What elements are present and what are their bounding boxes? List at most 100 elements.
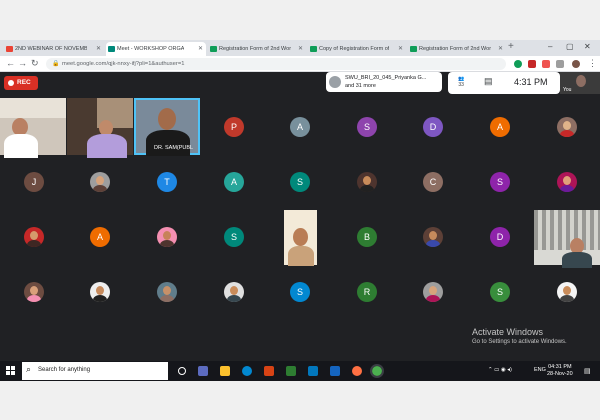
minimize-icon[interactable]: – xyxy=(548,42,552,51)
participant-avatar[interactable] xyxy=(157,282,177,302)
video-tile[interactable] xyxy=(284,210,317,266)
close-tab-icon[interactable]: ✕ xyxy=(198,42,203,56)
clock-time: 04:31 PM xyxy=(548,364,572,370)
participant-avatar[interactable] xyxy=(157,227,177,247)
avatar-letter: S xyxy=(296,177,303,187)
tab-webinar[interactable]: 2ND WEBINAR OF NOVEMBE ✕ xyxy=(4,42,104,56)
avatar-letter: S xyxy=(496,177,503,187)
presenter-info[interactable]: SWU_BRI_20_045_Priyanka G... and 31 more xyxy=(326,72,442,92)
participant-avatar[interactable] xyxy=(90,172,110,192)
cortana-icon[interactable] xyxy=(178,367,186,375)
participant-avatar[interactable]: T xyxy=(157,172,177,192)
file-explorer-icon[interactable] xyxy=(220,366,230,376)
video-tile[interactable] xyxy=(67,98,133,158)
participant-avatar[interactable]: P xyxy=(224,117,244,137)
close-tab-icon[interactable]: ✕ xyxy=(498,42,503,56)
participant-avatar[interactable]: S xyxy=(490,172,510,192)
extension-icon[interactable] xyxy=(514,60,522,68)
avatar-letter: P xyxy=(230,122,237,132)
tab-copy-registration-form[interactable]: Copy of Registration Form of ✕ xyxy=(308,42,406,56)
participant-avatar[interactable]: R xyxy=(357,282,377,302)
powerpoint-icon[interactable] xyxy=(264,366,274,376)
language-indicator[interactable]: ENG xyxy=(534,367,546,373)
gmail-icon xyxy=(6,46,13,52)
participant-avatar[interactable]: B xyxy=(357,227,377,247)
participant-avatar[interactable] xyxy=(224,282,244,302)
extension-icon[interactable] xyxy=(528,60,536,68)
participant-avatar[interactable] xyxy=(90,282,110,302)
participant-avatar[interactable] xyxy=(423,282,443,302)
maximize-icon[interactable]: ▢ xyxy=(566,42,574,51)
video-tile[interactable] xyxy=(0,98,66,158)
notifications-icon[interactable]: ▤ xyxy=(584,367,591,375)
meeting-time: 4:31 PM xyxy=(514,77,548,87)
outlook-icon[interactable] xyxy=(308,366,318,376)
avatar-letter: D xyxy=(496,232,504,242)
participant-avatar[interactable]: S xyxy=(357,117,377,137)
participants-icon[interactable]: 👥 33 xyxy=(458,76,464,88)
reload-icon[interactable]: ↻ xyxy=(31,58,39,69)
participant-avatar[interactable] xyxy=(24,227,44,247)
participant-avatar[interactable] xyxy=(423,227,443,247)
close-tab-icon[interactable]: ✕ xyxy=(298,42,303,56)
participant-body xyxy=(4,134,38,158)
tab-meet[interactable]: Meet - WORKSHOP ORGA ✕ xyxy=(106,42,206,56)
participant-avatar[interactable]: D xyxy=(423,117,443,137)
activate-windows-title: Activate Windows xyxy=(472,327,544,337)
participant-avatar[interactable]: S xyxy=(290,282,310,302)
taskbar-clock[interactable]: 04:31 PM 28-Nov-20 xyxy=(547,364,573,378)
participant-avatar[interactable]: A xyxy=(290,117,310,137)
avatar-letter: A xyxy=(96,232,103,242)
back-icon[interactable]: ← xyxy=(6,58,15,68)
edge-icon[interactable] xyxy=(242,366,252,376)
tab-registration-form[interactable]: Registration Form of 2nd Wor ✕ xyxy=(208,42,306,56)
task-view-icon[interactable] xyxy=(198,366,208,376)
video-tile[interactable] xyxy=(534,210,600,268)
url-bar[interactable]: 🔒 meet.google.com/qjk-nnxy-ifj?pli=1&aut… xyxy=(46,58,506,70)
chrome-icon[interactable] xyxy=(370,364,384,378)
excel-icon[interactable] xyxy=(286,366,296,376)
avatar-letter: J xyxy=(31,177,37,187)
windows-start-icon[interactable] xyxy=(6,366,15,375)
participant-avatar[interactable] xyxy=(557,172,577,192)
menu-icon[interactable]: ⋮ xyxy=(588,58,597,69)
forward-icon[interactable]: → xyxy=(18,58,27,68)
close-window-icon[interactable]: ✕ xyxy=(584,42,591,51)
puzzle-icon[interactable] xyxy=(556,60,564,68)
profile-avatar[interactable] xyxy=(572,60,580,68)
participant-avatar[interactable] xyxy=(357,172,377,192)
avatar-letter: B xyxy=(363,232,370,242)
participant-avatar[interactable]: J xyxy=(24,172,44,192)
participant-avatar[interactable]: S xyxy=(490,282,510,302)
participant-avatar[interactable]: A xyxy=(224,172,244,192)
clock-date: 28-Nov-20 xyxy=(547,371,573,377)
close-tab-icon[interactable]: ✕ xyxy=(398,42,403,56)
participant-avatar[interactable]: D xyxy=(490,227,510,247)
recording-badge: REC xyxy=(4,76,38,90)
participant-avatar[interactable]: A xyxy=(90,227,110,247)
participant-avatar[interactable] xyxy=(557,282,577,302)
participant-avatar[interactable] xyxy=(24,282,44,302)
avatar-letter: S xyxy=(296,287,303,297)
chat-icon[interactable]: ▤ xyxy=(484,76,493,87)
tray-icons[interactable]: ⌃ ▭ ◉ ◂) xyxy=(488,367,512,373)
taskbar-search-input[interactable]: ⌕ Search for anything xyxy=(22,362,168,380)
firefox-icon[interactable] xyxy=(352,366,362,376)
participant-avatar[interactable]: S xyxy=(224,227,244,247)
participant-face xyxy=(293,228,308,246)
meeting-controls: 👥 33 ▤ 4:31 PM xyxy=(448,72,560,94)
avatar-letter: A xyxy=(296,122,303,132)
video-tile-active-speaker[interactable]: DR. SAM(PUBL xyxy=(134,98,200,156)
participant-avatar[interactable] xyxy=(557,117,577,137)
extension-icon[interactable] xyxy=(542,60,550,68)
windows-taskbar: ⌕ Search for anything ⌃ ▭ ◉ ◂) ENG 04:31… xyxy=(0,361,600,381)
participant-avatar[interactable]: S xyxy=(290,172,310,192)
new-tab-button[interactable]: + xyxy=(508,41,514,52)
close-tab-icon[interactable]: ✕ xyxy=(96,42,101,56)
avatar-letter: S xyxy=(363,122,370,132)
tab-registration-form-2[interactable]: Registration Form of 2nd Wor ✕ xyxy=(408,42,506,56)
participant-avatar[interactable]: C xyxy=(423,172,443,192)
self-view[interactable]: You xyxy=(560,72,600,94)
word-icon[interactable] xyxy=(330,366,340,376)
participant-avatar[interactable]: A xyxy=(490,117,510,137)
